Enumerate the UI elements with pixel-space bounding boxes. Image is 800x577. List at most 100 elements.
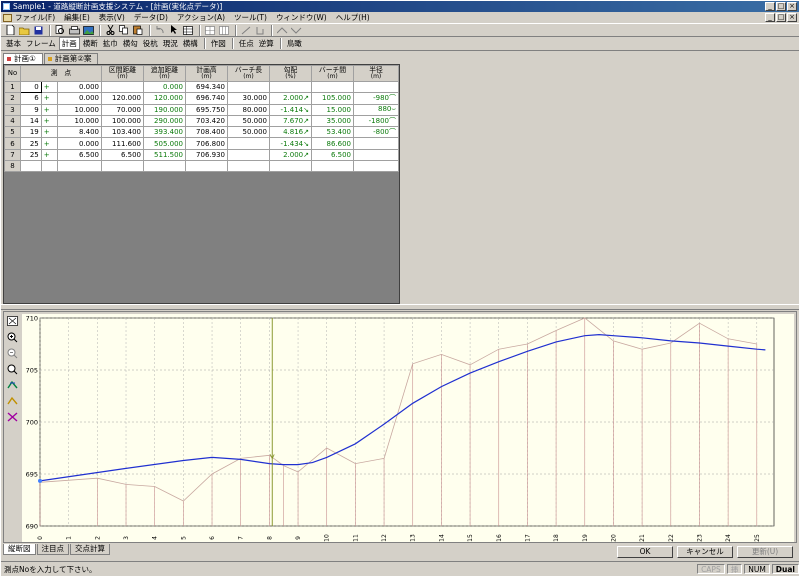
mode-cross-structure[interactable]: 横構 <box>181 38 200 49</box>
table-row[interactable]: 3 9 +10.000 70.000 190.000 695.750 80.000 -1.41… <box>4 103 399 116</box>
curve-up-icon[interactable] <box>276 25 288 36</box>
close-button[interactable]: × <box>787 2 797 11</box>
grade-cell[interactable]: 4.816↗ <box>269 126 312 139</box>
plan-elevation-cell[interactable]: 694.340 <box>185 80 228 94</box>
plan-elevation-cell[interactable]: 708.400 <box>185 126 228 139</box>
radius-cell[interactable] <box>353 137 399 150</box>
cut-icon[interactable] <box>104 25 116 36</box>
grade-cell[interactable]: 7.670↗ <box>269 114 312 128</box>
col-station[interactable]: 測 点 <box>20 65 102 82</box>
segment-distance-cell[interactable]: 111.600 <box>101 137 144 150</box>
station-cell[interactable]: 25 <box>20 137 42 150</box>
plan-elevation-cell[interactable]: 706.930 <box>185 148 228 162</box>
col-radius[interactable]: 半径 (m) <box>353 65 399 82</box>
menu-file[interactable]: ファイル(F) <box>15 12 55 23</box>
vertex-delete-icon[interactable] <box>6 411 18 423</box>
mode-back-calc[interactable]: 逆算 <box>257 38 276 49</box>
tab-plan-1[interactable]: 計画① <box>3 53 43 64</box>
vertical-distance-cell[interactable]: 35.000 <box>311 114 354 128</box>
tab-focus-points[interactable]: 注目点 <box>36 544 69 555</box>
menu-data[interactable]: データ(D) <box>134 12 168 23</box>
mode-widening[interactable]: 拡巾 <box>101 38 120 49</box>
vcl-cell[interactable]: 30.000 <box>227 92 270 105</box>
col-segment-distance[interactable]: 区間距離 (m) <box>101 65 144 82</box>
menu-action[interactable]: アクション(A) <box>177 12 225 23</box>
table-icon[interactable] <box>182 25 194 36</box>
radius-cell[interactable]: 880⌣ <box>353 103 399 116</box>
grade-cell[interactable]: 2.000↗ <box>269 92 312 105</box>
radius-cell[interactable] <box>353 160 399 173</box>
segment-distance-cell[interactable]: 6.500 <box>101 148 144 162</box>
mode-arbitrary-point[interactable]: 任点 <box>237 38 256 49</box>
cumulative-distance-cell[interactable] <box>143 160 186 173</box>
segment-distance-cell[interactable] <box>101 80 144 94</box>
profile-chart[interactable]: 6906957007057100 1 2 3 4 5 6 7 8 9 10 11 12 13 14 15 16 1… <box>22 314 794 542</box>
row-number-cell[interactable]: 2 <box>4 92 21 105</box>
vertical-distance-cell[interactable] <box>311 160 354 173</box>
vcl-cell[interactable] <box>227 137 270 150</box>
plus-cell[interactable]: + <box>40 103 58 116</box>
col-no[interactable]: No <box>4 65 21 82</box>
pane-splitter[interactable] <box>1 304 799 310</box>
vcl-cell[interactable]: 80.000 <box>227 103 270 116</box>
row-number-cell[interactable]: 3 <box>4 103 21 116</box>
cumulative-distance-cell[interactable]: 0.000 <box>143 80 186 94</box>
plan-elevation-cell[interactable]: 703.420 <box>185 114 228 128</box>
table-row[interactable]: 8 <box>4 160 399 173</box>
update-button[interactable]: 更新(U) <box>737 546 793 558</box>
mode-stakes[interactable]: 役杭 <box>141 38 160 49</box>
plan-elevation-cell[interactable] <box>185 160 228 173</box>
plus-cell[interactable]: + <box>40 92 58 105</box>
menu-view[interactable]: 表示(V) <box>99 12 125 23</box>
mdi-restore-button[interactable]: □ <box>776 13 786 22</box>
table-row[interactable]: 5 19 +8.400 103.400 393.400 708.400 50.000 4.81… <box>4 126 399 139</box>
plus-cell[interactable]: + <box>40 114 58 128</box>
station-cell[interactable]: 0 <box>20 80 42 94</box>
vertical-distance-cell[interactable]: 15.000 <box>311 103 354 116</box>
draw-bar-icon[interactable] <box>254 25 266 36</box>
station-offset-cell[interactable]: 10.000 <box>56 103 103 116</box>
segment-distance-cell[interactable]: 70.000 <box>101 103 144 116</box>
vertical-distance-cell[interactable] <box>311 80 354 94</box>
draw-line-icon[interactable] <box>240 25 252 36</box>
col-plan-elevation[interactable]: 計画高 (m) <box>185 65 228 82</box>
print-icon[interactable] <box>68 25 80 36</box>
vcl-cell[interactable]: 50.000 <box>227 114 270 128</box>
minimize-button[interactable]: _ <box>765 2 775 11</box>
grade-cell[interactable] <box>269 80 312 94</box>
menu-window[interactable]: ウィンドウ(W) <box>276 12 327 23</box>
grade-cell[interactable]: 2.000↗ <box>269 148 312 162</box>
mdi-minimize-button[interactable]: _ <box>765 13 775 22</box>
plan-elevation-cell[interactable]: 696.740 <box>185 92 228 105</box>
radius-cell[interactable]: -980⌒ <box>353 92 399 105</box>
vcl-cell[interactable] <box>227 148 270 162</box>
tab-intersection-calc[interactable]: 交点計算 <box>70 544 110 555</box>
station-offset-cell[interactable]: 6.500 <box>56 148 103 162</box>
vertical-distance-cell[interactable]: 105.000 <box>311 92 354 105</box>
col-vertical-distance[interactable]: バーチ間 (m) <box>311 65 354 82</box>
plan-elevation-cell[interactable]: 706.800 <box>185 137 228 150</box>
undo-icon[interactable] <box>154 25 166 36</box>
mode-basic[interactable]: 基本 <box>4 38 23 49</box>
grade-cell[interactable]: -1.434↘ <box>269 137 312 150</box>
zoom-window-icon[interactable] <box>6 363 18 375</box>
cumulative-distance-cell[interactable]: 290.000 <box>143 114 186 128</box>
vcl-cell[interactable]: 50.000 <box>227 126 270 139</box>
save-icon[interactable] <box>32 25 44 36</box>
station-cell[interactable]: 25 <box>20 148 42 162</box>
table-row[interactable]: 1 0 +0.000 0.000 694.340 <box>4 80 399 94</box>
maximize-button[interactable]: □ <box>776 2 786 11</box>
cancel-button[interactable]: キャンセル <box>677 546 733 558</box>
mode-plan[interactable]: 計画 <box>58 37 80 50</box>
segment-distance-cell[interactable]: 120.000 <box>101 92 144 105</box>
segment-distance-cell[interactable]: 103.400 <box>101 126 144 139</box>
row-number-cell[interactable]: 6 <box>4 137 21 150</box>
col-grade[interactable]: 勾配 (%) <box>269 65 312 82</box>
vertex-move-icon[interactable] <box>6 395 18 407</box>
tab-plan-2[interactable]: 計画第②案 <box>43 53 99 64</box>
plan-elevation-cell[interactable]: 695.750 <box>185 103 228 116</box>
zoom-in-icon[interactable] <box>6 331 18 343</box>
plus-cell[interactable]: + <box>40 126 58 139</box>
station-cell[interactable] <box>20 160 42 173</box>
plus-cell[interactable]: + <box>40 148 58 162</box>
